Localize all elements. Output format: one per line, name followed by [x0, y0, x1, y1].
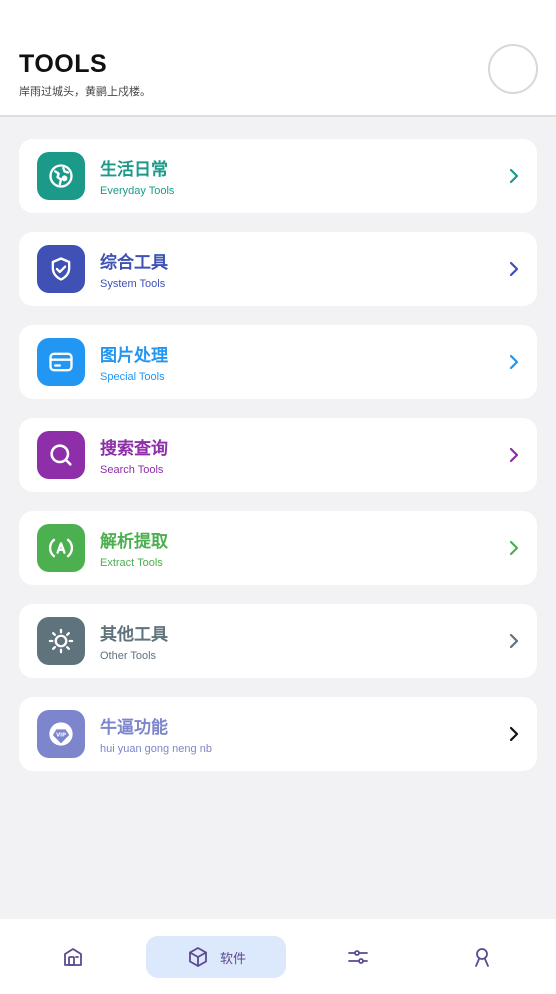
- chevron-right-icon: [509, 633, 519, 649]
- card-extract-tools[interactable]: 解析提取 Extract Tools: [19, 511, 537, 585]
- nav-software[interactable]: 软件: [146, 936, 286, 978]
- card-title: 其他工具: [100, 625, 168, 645]
- sun-icon: [37, 617, 85, 665]
- page-subtitle: 岸雨过城头，黄鹂上戍楼。: [19, 85, 151, 98]
- card-subtitle: Extract Tools: [100, 557, 163, 569]
- chevron-right-icon: [509, 261, 519, 277]
- vip-icon: VIP: [37, 710, 85, 758]
- avatar[interactable]: [488, 44, 538, 94]
- card-title: 综合工具: [100, 253, 168, 273]
- chevron-right-icon: [509, 540, 519, 556]
- card-other-tools[interactable]: 其他工具 Other Tools: [19, 604, 537, 678]
- card-subtitle: Special Tools: [100, 371, 165, 383]
- card-vip-features[interactable]: VIP 牛逼功能 hui yuan gong neng nb: [19, 697, 537, 771]
- chevron-right-icon: [509, 168, 519, 184]
- card-subtitle: Other Tools: [100, 650, 157, 662]
- card-subtitle: Everyday Tools: [100, 185, 175, 197]
- card-everyday-tools[interactable]: 生活日常 Everyday Tools: [19, 139, 537, 213]
- card-title: 生活日常: [100, 160, 168, 180]
- chevron-right-icon: [509, 354, 519, 370]
- extract-icon: [37, 524, 85, 572]
- search-icon: [37, 431, 85, 479]
- nav-home[interactable]: [50, 936, 96, 978]
- card-title: 搜索查询: [100, 439, 168, 459]
- card-system-tools[interactable]: 综合工具 System Tools: [19, 232, 537, 306]
- app-header: TOOLS 岸雨过城头，黄鹂上戍楼。: [0, 0, 556, 117]
- card-special-tools[interactable]: 图片处理 Special Tools: [19, 325, 537, 399]
- svg-text:VIP: VIP: [56, 732, 66, 738]
- chevron-right-icon: [509, 726, 519, 742]
- card-subtitle: hui yuan gong neng nb: [100, 743, 212, 755]
- box-icon: [189, 947, 207, 967]
- bottom-navigation: 软件: [0, 919, 556, 994]
- sliders-icon: [348, 950, 368, 964]
- user-icon: [475, 948, 489, 967]
- card-title: 牛逼功能: [100, 718, 168, 738]
- globe-icon: [37, 152, 85, 200]
- card-title: 图片处理: [100, 346, 168, 366]
- page-title: TOOLS: [19, 50, 108, 78]
- nav-profile[interactable]: [459, 936, 505, 978]
- nav-settings[interactable]: [335, 936, 381, 978]
- tool-category-list: 生活日常 Everyday Tools 综合工具 System Tools 图片…: [19, 139, 537, 790]
- card-icon: [37, 338, 85, 386]
- card-search-tools[interactable]: 搜索查询 Search Tools: [19, 418, 537, 492]
- home-icon: [64, 948, 82, 966]
- card-title: 解析提取: [100, 532, 168, 552]
- chevron-right-icon: [509, 447, 519, 463]
- card-subtitle: System Tools: [100, 278, 166, 290]
- card-subtitle: Search Tools: [100, 464, 164, 476]
- shield-icon: [37, 245, 85, 293]
- nav-software-label: 软件: [219, 951, 246, 967]
